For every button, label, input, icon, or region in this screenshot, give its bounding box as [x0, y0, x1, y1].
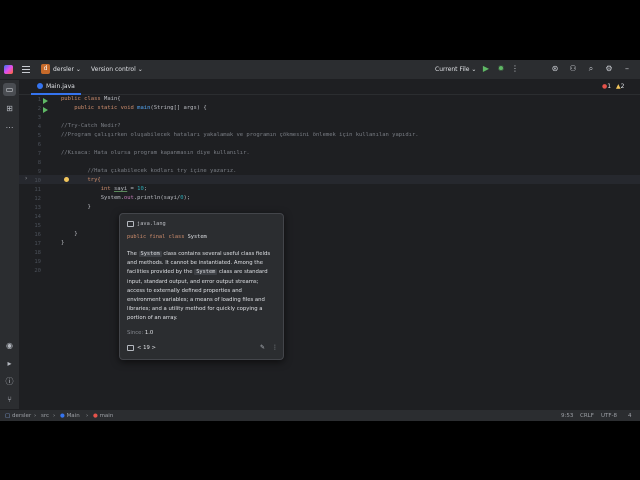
file-encoding[interactable]: UTF-8 [601, 413, 617, 419]
project-folder-icon[interactable]: ▭ [3, 83, 16, 96]
code-line-2: public static void main(String[] args) { [61, 105, 207, 111]
code-line-1: public class Main{ [61, 96, 121, 102]
code-line-9: //Hata çıkabilecek kodları try içine yaz… [61, 168, 237, 174]
run-icon[interactable]: ▶ [481, 64, 491, 74]
java-file-icon [37, 83, 43, 89]
warning-count: 2 [620, 83, 625, 90]
method-icon: ● [93, 413, 98, 419]
breadcrumb-method[interactable]: ● main [93, 413, 113, 419]
doc-module[interactable]: < 19 > [137, 345, 156, 351]
breadcrumb-separator: › [34, 413, 37, 419]
breadcrumb-class[interactable]: ● Main [60, 413, 80, 419]
line-number: 13 [34, 205, 41, 211]
line-number: 18 [34, 250, 41, 256]
line-number: 6 [37, 142, 41, 148]
line-number: 8 [37, 160, 41, 166]
line-number: 5 [37, 133, 41, 139]
code-line-13: } [61, 204, 91, 210]
caret-position[interactable]: 9:53 [561, 413, 573, 419]
breadcrumb-separator: › [86, 413, 89, 419]
add-user-icon[interactable]: ⚇ [568, 64, 578, 74]
status-bar: ▢ dersler › src › ● Main › ● main 9:53 C… [0, 409, 640, 421]
doc-since: Since: 1.0 [127, 330, 154, 336]
search-icon[interactable]: ⌕ [586, 64, 596, 74]
line-number: 4 [37, 124, 41, 130]
code-line-17: } [61, 240, 65, 246]
breadcrumb-separator: › [53, 413, 56, 419]
settings-gear-icon[interactable]: ⚙ [604, 64, 614, 74]
run-config-selector[interactable]: Current File ⌄ [435, 66, 476, 73]
line-ending[interactable]: CRLF [580, 413, 594, 419]
code-line-16: } [61, 231, 78, 237]
code-line-7: //Kısaca: Hata olursa program kapanmasın… [61, 150, 250, 156]
chevron-down-icon: ⌄ [471, 66, 477, 73]
editor-gutter: 1 2 3 4 5 6 7 8 9 10 11 12 13 14 15 16 1… [19, 95, 59, 409]
line-number: 16 [34, 232, 41, 238]
line-number: 15 [34, 223, 41, 229]
line-number: 1 [37, 97, 41, 103]
main-menu-icon[interactable] [21, 64, 31, 74]
chevron-down-icon: ⌄ [75, 66, 81, 73]
doc-package[interactable]: java.lang [137, 221, 166, 227]
edit-source-icon[interactable]: ✎ [260, 344, 265, 351]
ide-logo-icon [4, 65, 13, 74]
code-editor[interactable]: 1 2 3 4 5 6 7 8 9 10 11 12 13 14 15 16 1… [19, 95, 640, 409]
more-options-icon[interactable]: ⋮ [272, 344, 278, 351]
tab-label: Main.java [46, 83, 75, 90]
code-line-11: int sayi = 10; [61, 186, 148, 192]
line-number: 20 [34, 268, 41, 274]
problems-icon[interactable]: ⓘ [3, 375, 16, 388]
error-count: 1 [607, 83, 612, 90]
line-number: 19 [34, 259, 41, 265]
collapse-chevron-icon[interactable]: › [25, 175, 27, 182]
version-control-label: Version control [91, 66, 136, 73]
package-icon [127, 221, 134, 227]
module-icon [127, 345, 134, 351]
git-icon[interactable]: ⑂ [3, 393, 16, 406]
editor-tab-bar: Main.java ●1 ▲2 [19, 80, 640, 95]
structure-icon[interactable]: ⊞ [3, 102, 16, 115]
project-name: dersler [53, 66, 74, 73]
doc-description: The System class contains several useful… [127, 251, 271, 322]
tab-main-java[interactable]: Main.java [31, 80, 81, 95]
ide-window: d dersler ⌄ Version control ⌄ Current Fi… [0, 60, 640, 421]
line-number: 14 [34, 214, 41, 220]
debug-icon[interactable]: ✹ [496, 64, 506, 74]
code-line-4: //Try-Catch Nedir? [61, 123, 121, 129]
more-tools-icon[interactable]: ⋯ [3, 121, 16, 134]
line-number: 7 [37, 151, 41, 157]
chevron-down-icon: ⌄ [137, 66, 143, 73]
breadcrumb-project[interactable]: ▢ dersler [5, 413, 31, 419]
line-number: 2 [37, 106, 41, 112]
version-control-menu[interactable]: Version control ⌄ [91, 66, 143, 73]
doc-signature: public final class System [127, 234, 207, 240]
more-actions-icon[interactable]: ⋮ [510, 64, 520, 74]
module-icon: ▢ [5, 413, 11, 419]
line-number: 17 [34, 241, 41, 247]
inspection-widget[interactable]: ●1 ▲2 [602, 83, 624, 91]
tool-window-bar: ▭ ⊞ ⋯ ◉ ▸ ⓘ ⑂ [0, 80, 20, 409]
class-icon: ● [60, 413, 65, 419]
project-badge: d [41, 64, 50, 74]
code-with-me-icon[interactable]: ⊛ [550, 64, 560, 74]
run-config-label: Current File [435, 66, 470, 73]
code-line-10: try{ [61, 177, 101, 183]
project-selector[interactable]: dersler ⌄ [53, 66, 81, 73]
line-number: 11 [34, 187, 41, 193]
minimize-icon[interactable]: – [622, 64, 632, 74]
code-line-12: System.out.println(sayi/0); [61, 195, 191, 201]
code-line-5: //Program çalışırken oluşabilecek hatala… [61, 132, 419, 138]
title-bar: d dersler ⌄ Version control ⌄ Current Fi… [0, 60, 640, 80]
breadcrumb-src[interactable]: src [41, 413, 49, 419]
terminal-icon[interactable]: ▸ [3, 357, 16, 370]
run-main-icon[interactable] [43, 107, 48, 113]
services-icon[interactable]: ◉ [3, 339, 16, 352]
indent-setting[interactable]: 4 [628, 413, 632, 419]
line-number: 12 [34, 196, 41, 202]
current-line-highlight [19, 175, 640, 184]
run-class-icon[interactable] [43, 98, 48, 104]
line-number: 3 [37, 115, 41, 121]
quick-documentation-popup: java.lang public final class System The … [119, 213, 284, 360]
